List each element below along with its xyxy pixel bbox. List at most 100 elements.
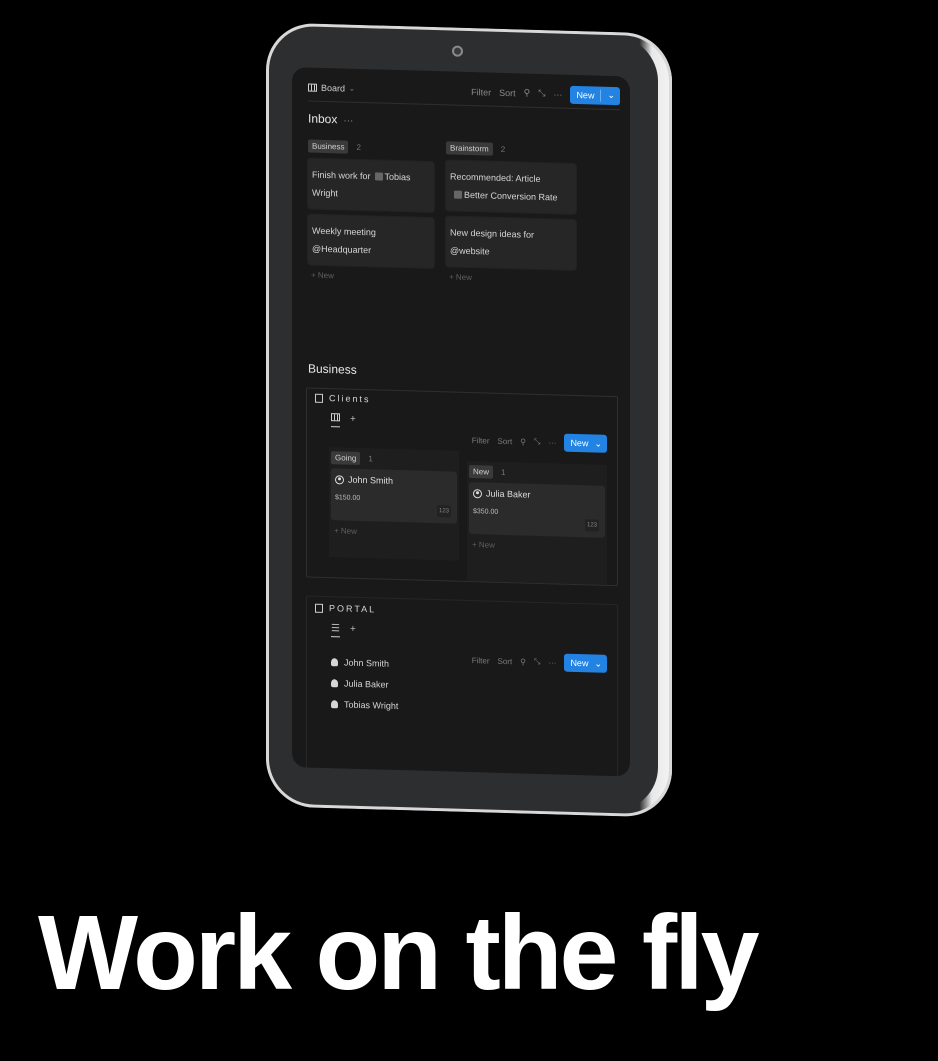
add-new-button[interactable]: + New bbox=[308, 271, 434, 284]
person-icon bbox=[331, 678, 338, 687]
search-icon[interactable]: ⚲ bbox=[520, 657, 526, 666]
client-card[interactable]: John Smith $150.00 123 bbox=[331, 468, 457, 524]
add-new-button[interactable]: + New bbox=[446, 272, 576, 285]
column-tag[interactable]: New bbox=[469, 465, 494, 479]
chevron-down-icon[interactable]: ⌄ bbox=[594, 658, 602, 669]
add-view-button[interactable]: + bbox=[350, 414, 356, 428]
clients-toolbar: Filter Sort ⚲ ⤡ ··· New ⌄ bbox=[472, 431, 607, 453]
inbox-heading: Inbox ··· bbox=[308, 112, 353, 127]
list-item-label: Julia Baker bbox=[344, 678, 389, 690]
card-text: New design ideas for @website bbox=[450, 227, 535, 257]
page-mention-icon bbox=[454, 190, 462, 199]
view-switcher[interactable]: Board ⌄ bbox=[308, 82, 355, 93]
new-button[interactable]: New ⌄ bbox=[570, 85, 620, 105]
portal-view-tabs: ☰ + bbox=[331, 623, 356, 638]
inbox-card[interactable]: Finish work for Tobias Wright bbox=[308, 158, 434, 213]
inbox-column-business: Business 2 Finish work for Tobias Wright … bbox=[308, 139, 434, 284]
new-button-label: New bbox=[570, 437, 589, 449]
expand-icon[interactable]: ⤡ bbox=[538, 88, 545, 99]
card-text: Recommended: Article bbox=[450, 171, 541, 184]
inbox-more-button[interactable]: ··· bbox=[343, 115, 353, 126]
column-tag[interactable]: Brainstorm bbox=[446, 141, 493, 156]
client-amount: $350.00 bbox=[473, 508, 499, 516]
page-mention[interactable]: Better Conversion Rate bbox=[464, 190, 558, 203]
new-button[interactable]: New ⌄ bbox=[564, 433, 607, 453]
new-button-label: New bbox=[570, 657, 589, 669]
chevron-down-icon[interactable]: ⌄ bbox=[594, 438, 602, 449]
filter-button[interactable]: Filter bbox=[472, 436, 490, 445]
add-new-button[interactable]: + New bbox=[331, 526, 457, 539]
number-property: 123 bbox=[584, 519, 599, 532]
portal-list: John Smith Julia Baker Tobias Wright bbox=[331, 651, 398, 716]
database-icon bbox=[315, 603, 323, 613]
list-icon: ☰ bbox=[331, 623, 340, 635]
card-text: Finish work for bbox=[312, 169, 371, 182]
headline: Work on the fly bbox=[38, 894, 760, 1012]
clients-column-new: New 1 Julia Baker $350.00 123 + New bbox=[467, 460, 607, 585]
new-button[interactable]: New ⌄ bbox=[564, 653, 607, 673]
number-property: 123 bbox=[436, 505, 451, 518]
business-heading: Business bbox=[308, 361, 357, 377]
clients-column-going: Going 1 John Smith $150.00 123 + New bbox=[329, 447, 459, 561]
list-item[interactable]: Julia Baker bbox=[331, 672, 398, 695]
new-button-label: New bbox=[576, 89, 595, 101]
inbox-card[interactable]: Recommended: Article Better Conversion Ra… bbox=[446, 160, 576, 214]
client-card[interactable]: Julia Baker $350.00 123 bbox=[469, 482, 605, 538]
clients-title-row: Clients bbox=[315, 393, 371, 404]
list-view-tab[interactable]: ☰ bbox=[331, 623, 340, 638]
client-name: John Smith bbox=[348, 474, 394, 486]
client-amount: $150.00 bbox=[335, 494, 361, 502]
filter-button[interactable]: Filter bbox=[472, 656, 490, 665]
column-count: 2 bbox=[500, 144, 506, 155]
inbox-column-brainstorm: Brainstorm 2 Recommended: Article Better … bbox=[446, 141, 576, 285]
expand-icon[interactable]: ⤡ bbox=[534, 657, 540, 667]
clients-database: Clients + Filter Sort ⚲ ⤡ ··· New ⌄ Goin… bbox=[306, 387, 618, 587]
column-count: 1 bbox=[501, 467, 506, 478]
person-mention-icon bbox=[374, 172, 383, 181]
list-item[interactable]: Tobias Wright bbox=[331, 693, 398, 716]
card-text: Weekly meeting @Headquarter bbox=[312, 225, 376, 256]
tablet-bezel: Board ⌄ Filter Sort ⚲ ⤡ ··· New ⌄ Inbox … bbox=[270, 26, 658, 812]
inbox-title: Inbox bbox=[308, 111, 338, 127]
list-item[interactable]: John Smith bbox=[331, 651, 398, 674]
board-icon bbox=[331, 413, 340, 422]
portal-database: PORTAL ☰ + Filter Sort ⚲ ⤡ ··· New ⌄ Joh… bbox=[306, 595, 618, 777]
person-icon bbox=[331, 657, 338, 666]
search-icon[interactable]: ⚲ bbox=[520, 437, 526, 446]
more-button[interactable]: ··· bbox=[553, 89, 562, 99]
person-icon bbox=[335, 474, 344, 485]
app-screen: Board ⌄ Filter Sort ⚲ ⤡ ··· New ⌄ Inbox … bbox=[292, 67, 630, 777]
column-tag[interactable]: Going bbox=[331, 451, 361, 465]
portal-title[interactable]: PORTAL bbox=[329, 603, 376, 614]
chevron-down-icon[interactable]: ⌄ bbox=[607, 90, 615, 101]
filter-button[interactable]: Filter bbox=[471, 87, 491, 98]
top-toolbar: Board ⌄ Filter Sort ⚲ ⤡ ··· New ⌄ bbox=[308, 77, 620, 111]
board-icon bbox=[308, 83, 317, 92]
sort-button[interactable]: Sort bbox=[498, 436, 513, 445]
more-button[interactable]: ··· bbox=[548, 438, 556, 447]
person-icon bbox=[473, 488, 482, 498]
inbox-card[interactable]: New design ideas for @website bbox=[446, 216, 576, 270]
inbox-card[interactable]: Weekly meeting @Headquarter bbox=[308, 214, 434, 269]
sort-button[interactable]: Sort bbox=[499, 87, 516, 97]
search-icon[interactable]: ⚲ bbox=[524, 88, 531, 99]
view-label: Board bbox=[321, 82, 346, 94]
chevron-down-icon: ⌄ bbox=[349, 85, 355, 93]
camera-icon bbox=[452, 45, 463, 57]
divider bbox=[600, 89, 602, 102]
column-count: 1 bbox=[368, 454, 373, 464]
clients-view-tabs: + bbox=[331, 413, 356, 428]
clients-title[interactable]: Clients bbox=[329, 393, 371, 404]
sort-button[interactable]: Sort bbox=[498, 656, 513, 665]
add-view-button[interactable]: + bbox=[350, 624, 356, 638]
portal-toolbar: Filter Sort ⚲ ⤡ ··· New ⌄ bbox=[472, 651, 607, 673]
client-name: Julia Baker bbox=[486, 488, 531, 500]
expand-icon[interactable]: ⤡ bbox=[534, 437, 540, 447]
board-view-tab[interactable] bbox=[331, 413, 340, 428]
portal-title-row: PORTAL bbox=[315, 603, 376, 614]
list-item-label: Tobias Wright bbox=[344, 699, 399, 711]
column-tag[interactable]: Business bbox=[308, 139, 349, 154]
tablet-device: Board ⌄ Filter Sort ⚲ ⤡ ··· New ⌄ Inbox … bbox=[266, 22, 672, 818]
add-new-button[interactable]: + New bbox=[469, 540, 605, 553]
more-button[interactable]: ··· bbox=[548, 658, 556, 667]
